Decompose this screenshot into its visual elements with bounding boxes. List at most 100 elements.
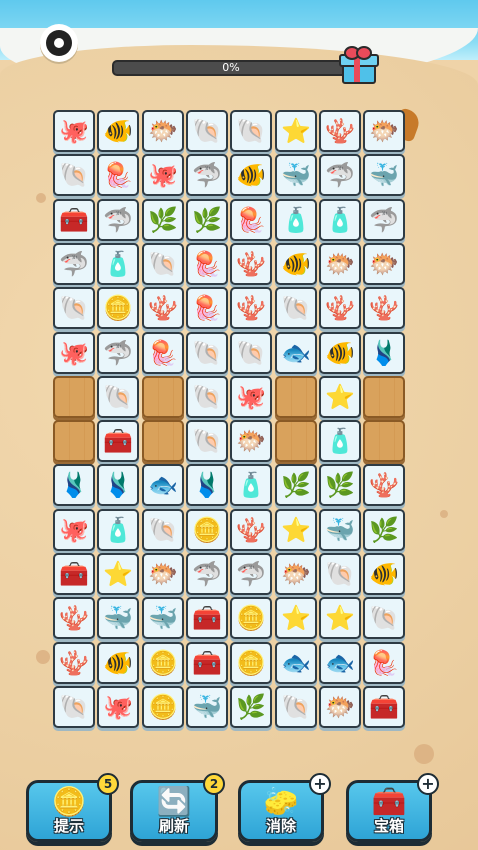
game-tile[interactable]: 🧰	[53, 553, 95, 595]
game-tile[interactable]: 🐡	[275, 553, 317, 595]
game-tile[interactable]: 🌿	[142, 199, 184, 241]
game-tile[interactable]: 🪼	[230, 199, 272, 241]
game-tile[interactable]: ⭐	[275, 110, 317, 152]
game-tile[interactable]: 🦈	[363, 199, 405, 241]
game-tile[interactable]: 🐡	[319, 686, 361, 728]
game-tile[interactable]: 🌿	[363, 509, 405, 551]
game-tile[interactable]: 🪸	[230, 287, 272, 329]
game-tile[interactable]: 🐡	[142, 110, 184, 152]
game-tile[interactable]: 🪼	[97, 154, 139, 196]
eliminate-button[interactable]: 🧽 消除 +	[238, 773, 331, 842]
game-tile[interactable]: 🐚	[275, 287, 317, 329]
game-tile[interactable]: 🐳	[186, 686, 228, 728]
refresh-button[interactable]: 🔄 刷新 2	[130, 773, 225, 842]
game-tile[interactable]: 🧴	[319, 199, 361, 241]
game-tile[interactable]: 🪼	[186, 287, 228, 329]
game-tile[interactable]: 🐡	[363, 110, 405, 152]
game-tile[interactable]: 🐡	[230, 420, 272, 462]
game-tile[interactable]: 🪸	[319, 287, 361, 329]
game-tile[interactable]: 🪸	[230, 509, 272, 551]
game-tile[interactable]: 🦈	[53, 243, 95, 285]
game-tile[interactable]: 🪙	[142, 686, 184, 728]
game-tile[interactable]: 🧴	[230, 464, 272, 506]
game-tile[interactable]: 🐠	[275, 243, 317, 285]
game-tile[interactable]: 🐚	[53, 154, 95, 196]
game-tile[interactable]: 🦈	[97, 332, 139, 374]
game-tile[interactable]: 🐚	[230, 332, 272, 374]
game-tile[interactable]: 🐚	[186, 376, 228, 418]
game-tile[interactable]: 🪙	[142, 642, 184, 684]
chest-button[interactable]: 🧰 宝箱 +	[346, 773, 439, 842]
game-tile[interactable]: 🪙	[97, 287, 139, 329]
eliminate-add-badge[interactable]: +	[309, 773, 331, 795]
game-tile[interactable]: 🐙	[53, 332, 95, 374]
game-tile[interactable]: 🐡	[142, 553, 184, 595]
game-tile[interactable]: 🪙	[186, 509, 228, 551]
game-tile[interactable]: 🌿	[230, 686, 272, 728]
game-tile[interactable]: 🩱	[363, 332, 405, 374]
game-tile[interactable]: 🐠	[230, 154, 272, 196]
game-tile[interactable]: 🪸	[142, 287, 184, 329]
game-tile[interactable]: 🐚	[97, 376, 139, 418]
game-tile[interactable]: ⭐	[319, 376, 361, 418]
game-tile[interactable]: 🧴	[275, 199, 317, 241]
game-tile[interactable]: 🐚	[275, 686, 317, 728]
game-tile[interactable]: 🐳	[97, 597, 139, 639]
chest-add-badge[interactable]: +	[417, 773, 439, 795]
game-tile[interactable]: 🐚	[186, 420, 228, 462]
game-tile[interactable]: 🧰	[363, 686, 405, 728]
reward-gift-button[interactable]	[338, 46, 379, 84]
game-tile[interactable]: 🪸	[53, 597, 95, 639]
game-tile[interactable]: 🌿	[275, 464, 317, 506]
game-tile[interactable]: 🐳	[363, 154, 405, 196]
game-tile[interactable]: 🐙	[142, 154, 184, 196]
game-tile[interactable]: 🪸	[363, 287, 405, 329]
settings-button[interactable]	[40, 24, 78, 62]
game-tile[interactable]: ⭐	[275, 597, 317, 639]
game-tile[interactable]: 🐙	[230, 376, 272, 418]
game-tile[interactable]: 🌿	[186, 199, 228, 241]
game-tile[interactable]: 🪼	[186, 243, 228, 285]
game-tile[interactable]: 🐚	[230, 110, 272, 152]
game-tile[interactable]: 🪸	[230, 243, 272, 285]
game-tile[interactable]: 🐡	[319, 243, 361, 285]
game-tile[interactable]: 🪙	[230, 642, 272, 684]
game-tile[interactable]: 🪼	[363, 642, 405, 684]
game-tile[interactable]: 🧴	[319, 420, 361, 462]
hint-button[interactable]: 🪙 提示 5	[26, 773, 119, 842]
game-tile[interactable]: 🦈	[319, 154, 361, 196]
game-tile[interactable]: 🐚	[142, 243, 184, 285]
game-tile[interactable]: 🪸	[53, 642, 95, 684]
game-tile[interactable]: 🩱	[97, 464, 139, 506]
game-tile[interactable]: 🦈	[230, 553, 272, 595]
game-tile[interactable]: 🐙	[97, 686, 139, 728]
game-tile[interactable]: 🪸	[319, 110, 361, 152]
game-tile[interactable]: 🦈	[186, 553, 228, 595]
game-tile[interactable]: 🩱	[53, 464, 95, 506]
game-tile[interactable]: 🧴	[97, 509, 139, 551]
game-tile[interactable]: 🐚	[186, 110, 228, 152]
game-tile[interactable]: 🐳	[142, 597, 184, 639]
game-tile[interactable]: 🐳	[319, 509, 361, 551]
game-tile[interactable]: 🧰	[186, 597, 228, 639]
game-tile[interactable]: 🐚	[53, 287, 95, 329]
game-tile[interactable]: 🩱	[186, 464, 228, 506]
game-tile[interactable]: ⭐	[97, 553, 139, 595]
game-tile[interactable]: 🐡	[363, 243, 405, 285]
game-tile[interactable]: 🪼	[142, 332, 184, 374]
game-tile[interactable]: 🐠	[97, 642, 139, 684]
game-tile[interactable]: 🧰	[53, 199, 95, 241]
game-tile[interactable]: 🐚	[319, 553, 361, 595]
game-tile[interactable]: ⭐	[319, 597, 361, 639]
game-tile[interactable]: 🐚	[186, 332, 228, 374]
game-tile[interactable]: 🌿	[319, 464, 361, 506]
game-tile[interactable]: 🪙	[230, 597, 272, 639]
game-tile[interactable]: 🐟	[275, 642, 317, 684]
game-tile[interactable]: 🐚	[142, 509, 184, 551]
game-tile[interactable]: 🐙	[53, 509, 95, 551]
game-tile[interactable]: 🐟	[275, 332, 317, 374]
game-tile[interactable]: 🧰	[97, 420, 139, 462]
game-tile[interactable]: 🧴	[97, 243, 139, 285]
game-tile[interactable]: 🐚	[53, 686, 95, 728]
game-tile[interactable]: 🐳	[275, 154, 317, 196]
